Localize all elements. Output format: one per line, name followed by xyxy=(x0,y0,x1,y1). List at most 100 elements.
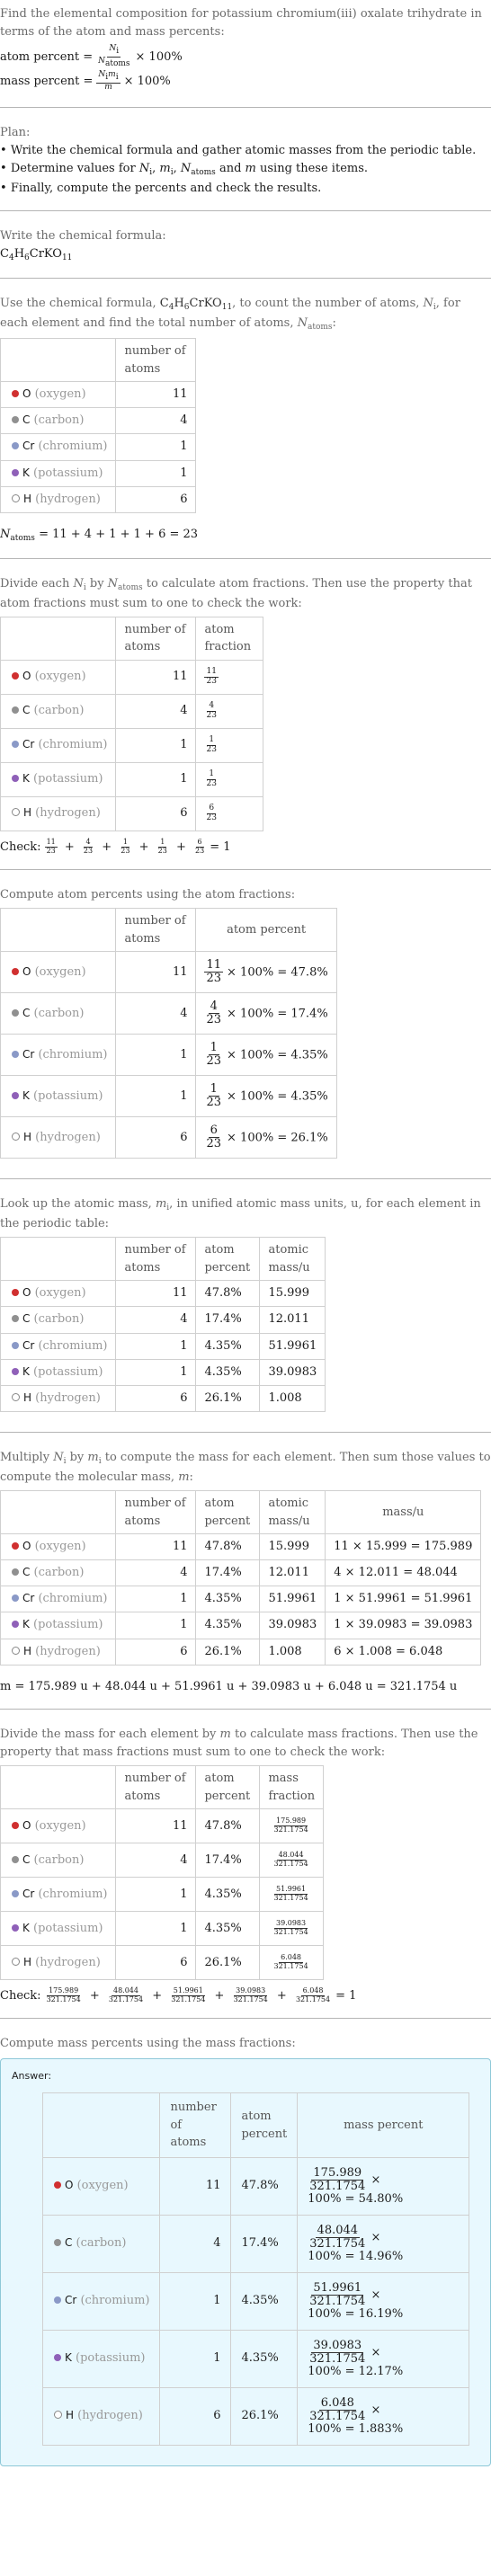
table-row: Cr (chromium) 1 1 23 × 100% = 4.35% xyxy=(0,1034,337,1077)
fraction-den: 23 xyxy=(206,1013,222,1027)
col-header: number of atoms xyxy=(159,2092,232,2158)
atomic-mass-table: number of atoms atom percent atomic mass/u… xyxy=(0,1237,326,1412)
element-name: (hydrogen) xyxy=(35,1955,101,1969)
element-cell: C (carbon) xyxy=(0,992,117,1035)
atom-percent: 47.8% xyxy=(195,1280,261,1308)
times-label: × 100% = xyxy=(227,1089,288,1104)
atom-percent-section: Compute atom percents using the atom fra… xyxy=(0,869,491,1178)
table-row: C (carbon) 4 17.4% 48.044 321.1754 × 100% = 1… xyxy=(41,2214,470,2273)
col-header: atom percent xyxy=(195,1490,261,1535)
element-symbol: Cr xyxy=(65,2294,77,2307)
atom-count: 1 xyxy=(115,1911,197,1947)
mass-percent-expr: 48.044 321.1754 × 100% = 14.96% xyxy=(297,2214,470,2273)
fraction-den: 23 xyxy=(121,846,130,855)
fraction-den: 23 xyxy=(206,1096,222,1110)
element-color-dot-icon xyxy=(12,1594,19,1603)
atom-count: 4 xyxy=(159,2214,232,2273)
table-row: K (potassium) 1 4.35% 39.0983 321.1754 xyxy=(0,1911,325,1947)
element-cell: O (oxygen) xyxy=(0,1533,117,1561)
element-cell: Cr (chromium) xyxy=(0,1586,117,1613)
fraction-den: 321.1754 xyxy=(273,1893,308,1902)
col-header: atomic mass/u xyxy=(259,1237,326,1282)
fraction-num: 11 xyxy=(204,957,224,973)
problem-statement: Find the elemental composition for potas… xyxy=(0,0,491,107)
fraction-den: 321.1754 xyxy=(273,1859,308,1868)
plus-sign: + xyxy=(98,839,116,854)
intro-text: Divide the mass for each element by xyxy=(0,1727,220,1741)
atom-count: 11 xyxy=(115,381,197,409)
element-symbol: O xyxy=(22,670,31,683)
atomic-mass: 1.008 xyxy=(259,1384,326,1412)
fraction-num: 175.989 xyxy=(311,2165,364,2181)
element-cell: K (potassium) xyxy=(0,1612,117,1639)
atom-percent: 47.8% xyxy=(230,2156,299,2216)
element-color-dot-icon xyxy=(12,1341,19,1349)
atom-percent: 4.35% xyxy=(195,1877,261,1913)
element-name: (carbon) xyxy=(33,413,85,428)
element-symbol: O xyxy=(22,964,31,978)
atomic-mass: 12.011 xyxy=(259,1559,326,1587)
atom-count: 6 xyxy=(159,2386,232,2446)
atom-fraction: 1 23 xyxy=(195,727,264,763)
col-header: mass fraction xyxy=(259,1765,325,1810)
atom-fraction: 4 23 xyxy=(195,693,264,729)
element-cell: Cr (chromium) xyxy=(41,2271,161,2331)
empty-header xyxy=(0,616,117,661)
atom-percent: 47.8% xyxy=(195,1533,261,1561)
mass-fraction: 39.0983 321.1754 xyxy=(259,1911,325,1947)
atom-percent: 17.4% xyxy=(195,1306,261,1334)
mass-intro: Multiply Ni by mi to compute the mass fo… xyxy=(0,1450,491,1484)
element-cell: K (potassium) xyxy=(0,1358,117,1386)
mass-percent-result: 100% = 14.96% xyxy=(308,2250,404,2264)
element-name: (oxygen) xyxy=(34,1286,86,1301)
atom-percent-intro: Compute atom percents using the atom fra… xyxy=(0,888,296,902)
element-symbol: H xyxy=(23,806,32,820)
fraction-den: 23 xyxy=(206,813,217,822)
element-color-dot-icon xyxy=(12,1050,19,1058)
sub-i: i xyxy=(116,47,120,57)
empty-header xyxy=(0,1765,117,1810)
count-table: number of atoms O (oxygen) 11 C (carbon) 4 C… xyxy=(0,338,197,513)
plus-sign: + xyxy=(148,1989,166,2003)
m-symbol: m xyxy=(108,70,116,80)
atom-fraction: 1 23 xyxy=(195,761,264,797)
element-name: (carbon) xyxy=(76,2236,127,2251)
element-symbol: C xyxy=(22,1852,31,1866)
atom-percent: 17.4% xyxy=(195,1843,261,1879)
atom-count: 6 xyxy=(115,1638,197,1666)
atom-count: 1 xyxy=(115,1075,197,1118)
mass-percent-label: mass percent = xyxy=(0,74,94,88)
element-name: (potassium) xyxy=(33,466,103,480)
atom-percent: 4.35% xyxy=(230,2271,299,2331)
table-row: H (hydrogen) 6 26.1% 1.008 xyxy=(0,1384,326,1412)
element-symbol: K xyxy=(65,2351,72,2365)
table-row: Cr (chromium) 1 4.35% 51.9961 1 × 51.9961 = … xyxy=(0,1586,482,1613)
atom-percent-formula: atom percent = Ni Natoms × 100% xyxy=(0,44,491,69)
fraction-den: 321.1754 xyxy=(233,1995,268,2004)
element-name: (hydrogen) xyxy=(77,2409,143,2423)
element-color-dot-icon xyxy=(12,1621,19,1629)
atomic-mass: 51.9961 xyxy=(259,1586,326,1613)
element-symbol: C xyxy=(22,704,31,717)
table-row: O (oxygen) 11 47.8% 15.999 xyxy=(0,1280,326,1308)
element-symbol: O xyxy=(22,387,31,401)
element-symbol: Cr xyxy=(22,738,35,751)
table-row: O (oxygen) 11 47.8% 175.989 321.1754 × 100% =… xyxy=(41,2156,470,2216)
element-symbol: K xyxy=(22,1364,30,1378)
table-row: C (carbon) 4 4 23 xyxy=(0,693,264,729)
fraction-den: 23 xyxy=(195,846,205,855)
atom-fraction-check: Check: 11 23 + 4 23 + 1 23 + 1 23 + 6 23 = 1 xyxy=(0,838,491,857)
table-row: K (potassium) 1 4.35% 39.0983 xyxy=(0,1358,326,1386)
element-name: (oxygen) xyxy=(34,1818,86,1833)
question-text: Find the elemental composition for potas… xyxy=(0,7,482,40)
fraction-den: 321.1754 xyxy=(295,1995,331,2004)
element-symbol: Cr xyxy=(22,1338,35,1352)
element-name: (carbon) xyxy=(33,1566,85,1580)
fraction-den: 23 xyxy=(206,1137,222,1151)
element-color-dot-icon xyxy=(12,672,19,680)
element-symbol: K xyxy=(22,466,30,479)
fraction-den: 321.1754 xyxy=(46,1995,81,2004)
element-cell: C (carbon) xyxy=(0,1843,117,1879)
atom-percent-fraction: Ni Natoms xyxy=(96,44,131,69)
element-symbol: H xyxy=(23,1390,32,1404)
